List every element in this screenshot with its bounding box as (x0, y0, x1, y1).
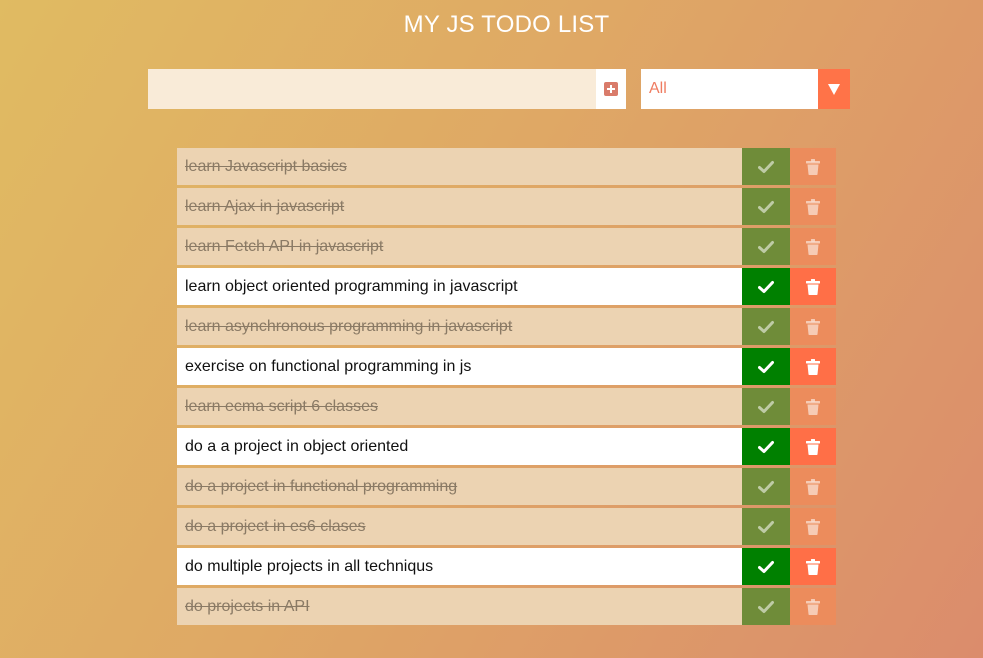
delete-button[interactable] (790, 348, 836, 385)
filter-select[interactable]: All (641, 69, 850, 109)
todo-item: do a project in functional programming (177, 468, 836, 505)
complete-button[interactable] (742, 308, 790, 345)
trash-icon (806, 598, 820, 615)
filter-dropdown-button[interactable] (818, 69, 850, 109)
todo-item: learn Javascript basics (177, 148, 836, 185)
trash-icon (806, 198, 820, 215)
caret-down-icon (828, 83, 840, 95)
page-title: MY JS TODO LIST (403, 11, 610, 38)
complete-button[interactable] (742, 508, 790, 545)
todo-list: learn Javascript basics learn Ajax in jav… (177, 148, 836, 628)
plus-square-icon (604, 82, 618, 96)
todo-input[interactable] (148, 69, 596, 109)
check-icon (758, 560, 774, 574)
delete-button[interactable] (790, 308, 836, 345)
trash-icon (806, 238, 820, 255)
todo-text: do projects in API (177, 588, 742, 625)
complete-button[interactable] (742, 348, 790, 385)
todo-text: exercise on functional programming in js (177, 348, 742, 385)
trash-icon (806, 278, 820, 295)
delete-button[interactable] (790, 148, 836, 185)
check-icon (758, 200, 774, 214)
complete-button[interactable] (742, 548, 790, 585)
delete-button[interactable] (790, 508, 836, 545)
todo-item: learn asynchronous programming in javasc… (177, 308, 836, 345)
todo-item: do a project in es6 clases (177, 508, 836, 545)
todo-text: do multiple projects in all techniqus (177, 548, 742, 585)
check-icon (758, 440, 774, 454)
trash-icon (806, 518, 820, 535)
add-todo-form (148, 69, 626, 109)
todo-item: do a a project in object oriented (177, 428, 836, 465)
delete-button[interactable] (790, 268, 836, 305)
complete-button[interactable] (742, 188, 790, 225)
delete-button[interactable] (790, 588, 836, 625)
trash-icon (806, 478, 820, 495)
todo-text: do a project in es6 clases (177, 508, 742, 545)
todo-text: do a project in functional programming (177, 468, 742, 505)
delete-button[interactable] (790, 228, 836, 265)
todo-item: learn ecma script 6 classes (177, 388, 836, 425)
check-icon (758, 600, 774, 614)
todo-text: do a a project in object oriented (177, 428, 742, 465)
delete-button[interactable] (790, 468, 836, 505)
trash-icon (806, 438, 820, 455)
check-icon (758, 480, 774, 494)
todo-text: learn ecma script 6 classes (177, 388, 742, 425)
check-icon (758, 320, 774, 334)
complete-button[interactable] (742, 268, 790, 305)
trash-icon (806, 158, 820, 175)
check-icon (758, 280, 774, 294)
delete-button[interactable] (790, 388, 836, 425)
todo-item: learn object oriented programming in jav… (177, 268, 836, 305)
todo-text: learn Fetch API in javascript (177, 228, 742, 265)
complete-button[interactable] (742, 468, 790, 505)
delete-button[interactable] (790, 428, 836, 465)
check-icon (758, 160, 774, 174)
todo-item: exercise on functional programming in js (177, 348, 836, 385)
trash-icon (806, 558, 820, 575)
todo-item: do multiple projects in all techniqus (177, 548, 836, 585)
todo-text: learn Ajax in javascript (177, 188, 742, 225)
todo-text: learn asynchronous programming in javasc… (177, 308, 742, 345)
check-icon (758, 240, 774, 254)
delete-button[interactable] (790, 548, 836, 585)
trash-icon (806, 358, 820, 375)
filter-selected-value: All (649, 80, 667, 97)
check-icon (758, 400, 774, 414)
complete-button[interactable] (742, 228, 790, 265)
add-todo-button[interactable] (596, 69, 626, 109)
check-icon (758, 520, 774, 534)
check-icon (758, 360, 774, 374)
complete-button[interactable] (742, 388, 790, 425)
delete-button[interactable] (790, 188, 836, 225)
trash-icon (806, 398, 820, 415)
todo-item: do projects in API (177, 588, 836, 625)
complete-button[interactable] (742, 428, 790, 465)
todo-item: learn Fetch API in javascript (177, 228, 836, 265)
todo-item: learn Ajax in javascript (177, 188, 836, 225)
complete-button[interactable] (742, 588, 790, 625)
trash-icon (806, 318, 820, 335)
complete-button[interactable] (742, 148, 790, 185)
todo-text: learn Javascript basics (177, 148, 742, 185)
todo-text: learn object oriented programming in jav… (177, 268, 742, 305)
